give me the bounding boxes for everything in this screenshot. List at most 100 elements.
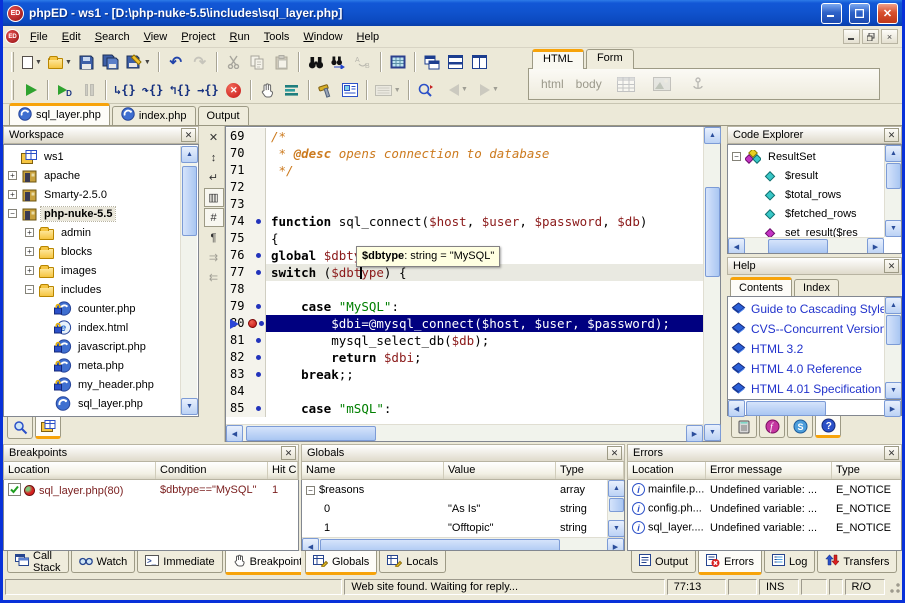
workspace-item-counter-php[interactable]: counter.php — [6, 299, 180, 318]
paragraph-marks-icon[interactable]: ¶ — [204, 228, 224, 247]
code-line-85[interactable]: 85 case "mSQL": — [226, 400, 703, 417]
cut-button[interactable] — [222, 51, 246, 74]
line-number[interactable]: 72 — [226, 179, 252, 196]
gutter-marker[interactable] — [252, 383, 266, 400]
help-hscroll[interactable]: ◀ ▶ — [727, 400, 902, 416]
line-number[interactable]: 73 — [226, 196, 252, 213]
paste-button[interactable] — [270, 51, 294, 74]
line-numbers-icon[interactable]: # — [204, 208, 224, 227]
tab-general-help[interactable]: ? — [815, 416, 841, 438]
publish-button[interactable]: ▼ — [123, 51, 154, 74]
scroll-down-icon[interactable]: ▼ — [181, 398, 198, 415]
help-tab-index[interactable]: Index — [794, 279, 839, 296]
code-line-80[interactable]: 80 $dbi=@mysql_connect($host, $user, $pa… — [226, 315, 703, 332]
insert-image-button[interactable] — [650, 73, 674, 96]
column-header-hit-count[interactable]: Hit Count — [268, 462, 298, 479]
code-line-82[interactable]: 82 return $dbi; — [226, 349, 703, 366]
step-into-button[interactable]: ↳{} — [111, 79, 139, 102]
scroll-up-icon[interactable]: ▲ — [885, 297, 902, 314]
project-properties-button[interactable] — [338, 79, 362, 102]
gutter-marker[interactable] — [252, 298, 266, 315]
tab-html[interactable]: HTML — [532, 49, 584, 69]
editor-tab-index-php[interactable]: index.php — [112, 106, 196, 125]
code-explorer-item-fetched-rows[interactable]: $fetched_rows — [730, 204, 883, 223]
scroll-up-icon[interactable]: ▲ — [608, 480, 625, 497]
code-explorer-item-result[interactable]: $result — [730, 166, 883, 185]
variable-row[interactable]: 1"Offtopic"string — [302, 518, 607, 537]
error-row[interactable]: iconfig.ph...Undefined variable: ...E_NO… — [628, 499, 901, 518]
code-editor[interactable]: 69/*70 * @desc opens connection to datab… — [225, 126, 721, 442]
scroll-left-icon[interactable]: ◀ — [728, 400, 745, 417]
line-number[interactable]: 81 — [226, 332, 252, 349]
pause-button[interactable] — [77, 79, 101, 102]
line-number[interactable]: 74 — [226, 213, 252, 230]
new-file-button[interactable]: ▼ — [19, 51, 45, 74]
gutter-toggle-icon[interactable]: ▥ — [204, 188, 224, 207]
menu-view[interactable]: View — [137, 28, 175, 46]
code-lines[interactable]: 69/*70 * @desc opens connection to datab… — [226, 127, 703, 424]
tab-call-stack[interactable]: Call Stack — [7, 551, 69, 573]
editor-hscroll[interactable]: ◀ ▶ — [226, 424, 703, 441]
gutter-marker[interactable] — [252, 247, 266, 264]
workspace-close-icon[interactable]: ✕ — [181, 128, 196, 142]
scroll-right-icon[interactable]: ▶ — [867, 238, 884, 254]
workspace-item-sql-layer-php[interactable]: sql_layer.php — [6, 394, 180, 413]
expander-icon[interactable]: + — [25, 266, 34, 275]
column-header-name[interactable]: Name — [302, 462, 444, 479]
breakpoints-close-icon[interactable]: ✕ — [281, 446, 296, 460]
gutter-marker[interactable] — [252, 315, 266, 332]
code-line-72[interactable]: 72 — [226, 179, 703, 196]
line-number[interactable]: 82 — [226, 349, 252, 366]
resize-grip[interactable] — [887, 580, 900, 594]
code-explorer-hscroll-thumb[interactable] — [768, 239, 828, 254]
globals-vscroll[interactable]: ▲ ▼ — [607, 480, 624, 537]
code-line-81[interactable]: 81 mysql_select_db($db); — [226, 332, 703, 349]
menu-edit[interactable]: Edit — [55, 28, 88, 46]
tab-sql-help[interactable] — [731, 416, 757, 438]
undo-button[interactable]: ↶ — [164, 51, 188, 74]
workspace-item-images[interactable]: +images — [6, 261, 180, 280]
code-line-74[interactable]: 74function sql_connect($host, $user, $pa… — [226, 213, 703, 230]
find-next-button[interactable] — [328, 51, 352, 74]
code-line-79[interactable]: 79 case "MySQL": — [226, 298, 703, 315]
gutter-marker[interactable] — [252, 213, 266, 230]
editor-vscroll[interactable]: ▲ ▼ — [703, 127, 720, 441]
editor-tab-sql-layer-php[interactable]: sql_layer.php — [9, 103, 110, 125]
code-explorer-item-set-result-res[interactable]: set_result($res — [730, 223, 883, 237]
code-explorer-item-resultset[interactable]: −ResultSet — [730, 147, 883, 166]
breakpoint-row[interactable]: sql_layer.php(80)$dbtype=="MySQL"1 — [4, 480, 298, 499]
body-tag-button[interactable]: body — [576, 77, 602, 91]
word-wrap-icon[interactable]: ↵ — [204, 168, 224, 187]
gutter-marker[interactable] — [252, 366, 266, 383]
editor-hscroll-thumb[interactable] — [246, 426, 376, 441]
breakpoint-enabled-checkbox[interactable] — [8, 483, 21, 496]
step-out-button[interactable]: ↰{} — [166, 79, 194, 102]
tab-locals[interactable]: Locals — [379, 551, 446, 573]
expander-icon[interactable]: + — [8, 190, 17, 199]
column-header-type[interactable]: Type — [556, 462, 624, 479]
insert-anchor-button[interactable] — [686, 73, 710, 96]
workspace-item-blocks[interactable]: +blocks — [6, 242, 180, 261]
mdi-restore-button[interactable] — [862, 29, 879, 44]
help-topic-html-4-0-reference[interactable]: HTML 4.0 Reference — [731, 359, 883, 379]
scroll-right-icon[interactable]: ▶ — [686, 425, 703, 442]
gutter-marker[interactable] — [252, 128, 266, 145]
outdent-icon[interactable]: ⇇ — [204, 268, 224, 287]
gutter-marker[interactable] — [252, 162, 266, 179]
run-button[interactable] — [19, 79, 43, 102]
copy-button[interactable] — [246, 51, 270, 74]
scroll-down-icon[interactable]: ▼ — [608, 520, 625, 537]
code-line-71[interactable]: 71 */ — [226, 162, 703, 179]
globals-hscroll[interactable]: ◀ ▶ — [302, 537, 624, 551]
forward-button[interactable]: ▼ — [477, 78, 502, 101]
column-header-error-message[interactable]: Error message — [706, 462, 832, 479]
mdi-close-button[interactable]: × — [881, 29, 898, 44]
tab-globals[interactable]: Globals — [305, 551, 377, 575]
line-number[interactable]: 69 — [226, 128, 252, 145]
help-close-icon[interactable]: ✕ — [884, 259, 899, 273]
expander-icon[interactable]: + — [25, 228, 34, 237]
scroll-left-icon[interactable]: ◀ — [728, 238, 745, 254]
menu-help[interactable]: Help — [350, 28, 387, 46]
run-in-debugger-button[interactable]: D — [53, 79, 77, 102]
break-hand-button[interactable] — [256, 79, 280, 102]
